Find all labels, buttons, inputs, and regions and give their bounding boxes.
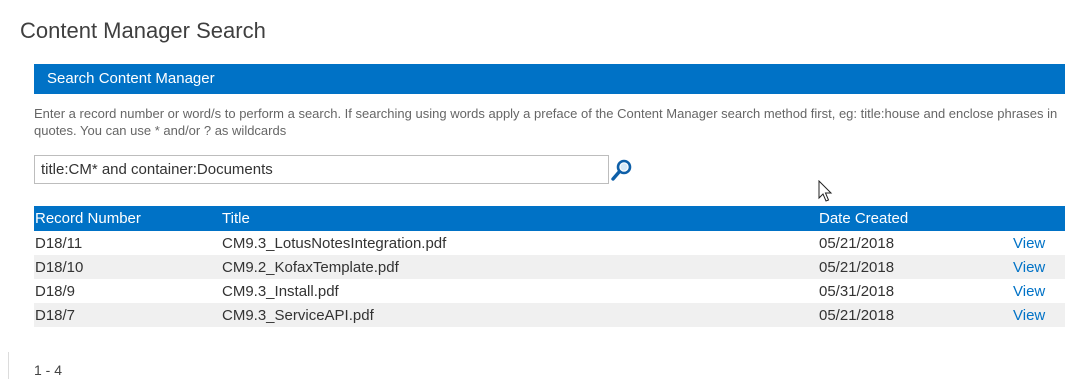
table-header-row: Record Number Title Date Created (34, 206, 1065, 231)
cell-date-created: 05/21/2018 (819, 303, 1013, 327)
cell-date-created: 05/21/2018 (819, 234, 895, 252)
search-button[interactable] (610, 158, 634, 182)
search-instructions: Enter a record number or word/s to perfo… (34, 106, 1058, 138)
search-icon (611, 159, 632, 181)
cell-record-number: D18/9 (35, 282, 76, 300)
table-row: D18/11 CM9.3_LotusNotesIntegration.pdf 0… (34, 231, 1065, 255)
panel-header: Search Content Manager (34, 64, 1065, 94)
view-link[interactable]: View (1013, 283, 1045, 300)
column-header-title[interactable]: Title (222, 206, 819, 231)
view-link[interactable]: View (1013, 259, 1045, 276)
column-header-action (1013, 206, 1065, 231)
cell-record-number: D18/7 (34, 303, 222, 327)
view-link[interactable]: View (1013, 307, 1045, 324)
cell-title: CM9.3_Install.pdf (222, 282, 339, 300)
cell-title: CM9.3_LotusNotesIntegration.pdf (222, 234, 447, 252)
cell-date-created: 05/31/2018 (819, 282, 895, 300)
table-row: D18/9 CM9.3_Install.pdf 05/31/2018 View (34, 279, 1065, 303)
page-title: Content Manager Search (20, 18, 266, 43)
cell-record-number: D18/11 (35, 234, 83, 252)
cell-title: CM9.2_KofaxTemplate.pdf (222, 255, 819, 279)
cell-record-number: D18/10 (34, 255, 222, 279)
cell-date-created: 05/21/2018 (819, 255, 1013, 279)
column-header-record-number[interactable]: Record Number (34, 206, 222, 231)
table-row: D18/7 CM9.3_ServiceAPI.pdf 05/21/2018 Vi… (34, 303, 1065, 327)
pager-range: 1 - 4 (34, 362, 63, 378)
divider (8, 352, 9, 379)
table-row: D18/10 CM9.2_KofaxTemplate.pdf 05/21/201… (34, 255, 1065, 279)
search-input[interactable] (34, 155, 609, 184)
column-header-date-created[interactable]: Date Created (819, 206, 1013, 231)
view-link[interactable]: View (1013, 235, 1045, 252)
results-table: Record Number Title Date Created D18/11 … (34, 206, 1065, 327)
mouse-cursor-icon (818, 179, 834, 204)
cell-title: CM9.3_ServiceAPI.pdf (222, 303, 819, 327)
